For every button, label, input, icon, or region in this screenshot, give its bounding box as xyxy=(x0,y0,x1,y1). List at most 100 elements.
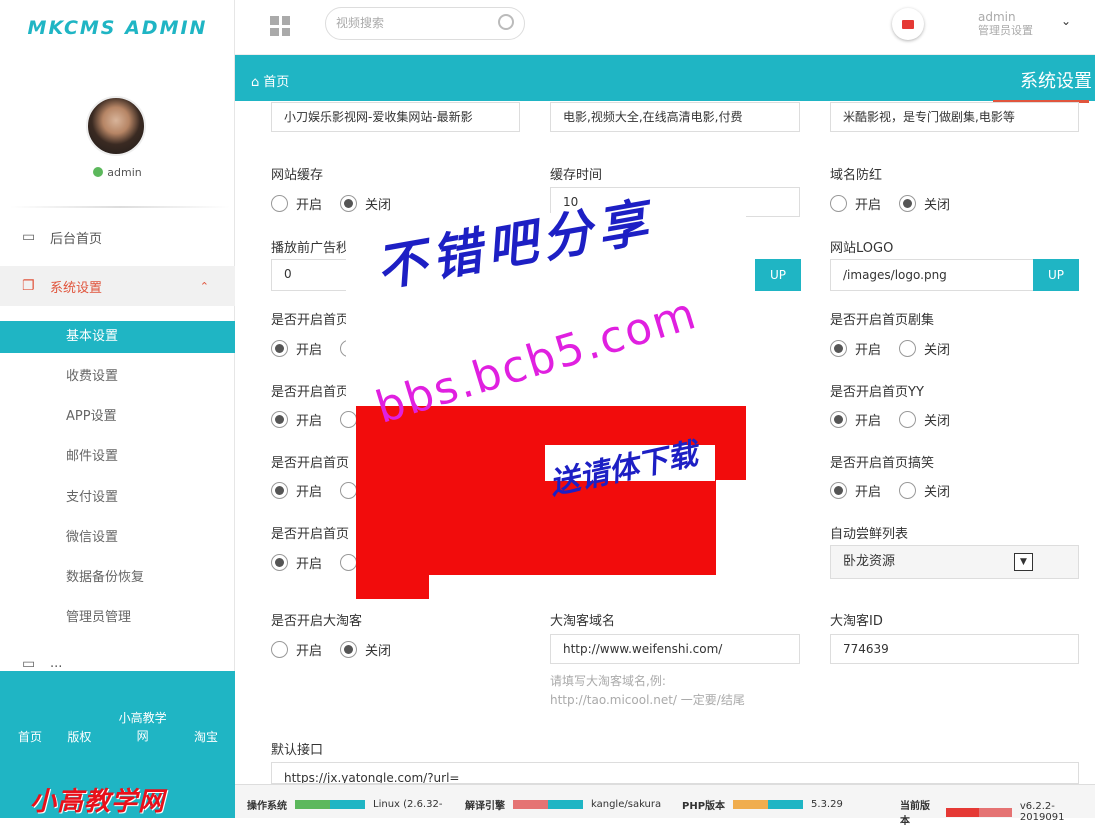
sidebar-item-label: 后台首页 xyxy=(50,231,103,247)
breadcrumb-home[interactable]: ⌂ 首页 xyxy=(251,71,289,90)
footer-link-site[interactable]: 小高教学网 xyxy=(117,707,169,745)
domain-red-on-radio[interactable]: 开启 xyxy=(830,194,881,213)
grid-menu-icon[interactable] xyxy=(270,16,290,36)
taoke-on-radio[interactable]: 开启 xyxy=(271,640,322,659)
username: admin xyxy=(107,166,142,179)
funny-on-radio[interactable]: 开启 xyxy=(830,481,881,500)
cache-on-radio[interactable]: 开启 xyxy=(271,194,322,213)
cache-time-label: 缓存时间 xyxy=(550,168,603,183)
sidebar-sub-wechat[interactable]: 微信设置 xyxy=(0,522,235,554)
sidebar-item-label: 系统设置 xyxy=(50,280,103,296)
status-os: 操作系统 Linux (2.6.32- xyxy=(247,799,443,812)
footer-brand-logo: 小高教学网 xyxy=(30,787,166,817)
taoke-label: 是否开启大淘客 xyxy=(271,614,363,629)
cache-off-radio[interactable]: 关闭 xyxy=(340,194,391,213)
default-api-field[interactable]: https://jx.yatongle.com/?url= xyxy=(271,762,1079,784)
yy-radio-group: 开启 关闭 xyxy=(830,410,968,429)
taoke-id-field[interactable]: 774639 xyxy=(830,634,1079,664)
upload-button[interactable]: UP xyxy=(755,259,801,291)
sidebar-footer: 首页 版权 小高教学网 淘宝 小高教学网 xyxy=(0,671,235,818)
taoke-domain-field[interactable]: http://www.weifenshi.com/ xyxy=(550,634,800,664)
taoke-domain-label: 大淘客域名 xyxy=(550,614,616,629)
site-logo-label: 网站LOGO xyxy=(830,241,894,256)
toggle-on-radio[interactable]: 开启 xyxy=(271,410,322,429)
mail-icon xyxy=(902,19,914,29)
ad-seconds-label: 播放前广告秒 xyxy=(271,241,350,256)
watermark-red-block xyxy=(356,575,429,599)
auto-list-label: 自动尝鲜列表 xyxy=(830,527,909,542)
titlebar: ⌂ 首页 系统设置 xyxy=(235,55,1095,103)
sidebar-item-system-settings[interactable]: ❐ 系统设置 ⌃ xyxy=(0,266,235,306)
online-dot-icon xyxy=(93,167,104,177)
domain-red-radio-group: 开启 关闭 xyxy=(830,194,968,213)
taoke-radio-group: 开启 关闭 xyxy=(271,640,409,659)
default-api-label: 默认接口 xyxy=(271,743,324,758)
taoke-domain-hint: 请填写大淘客域名,例: http://tao.micool.net/ 一定要/结… xyxy=(550,674,745,707)
avatar[interactable] xyxy=(86,96,146,156)
sidebar-sub-admins[interactable]: 管理员管理 xyxy=(0,602,235,634)
user-status: admin xyxy=(0,166,235,179)
domain-red-off-radio[interactable]: 关闭 xyxy=(899,194,950,213)
funny-toggle-label: 是否开启首页搞笑 xyxy=(830,456,935,471)
admin-menu[interactable]: admin 管理员设置 xyxy=(978,10,1033,38)
status-bar: 操作系统 Linux (2.6.32- 解译引擎 kangle/sakura P… xyxy=(235,784,1095,827)
cache-radio-group: 开启 关闭 xyxy=(271,194,409,213)
watermark-red-block xyxy=(356,480,716,575)
sidebar-item-label: ... xyxy=(50,656,63,671)
sidebar-sub-payment[interactable]: 支付设置 xyxy=(0,482,235,514)
logo-upload-button[interactable]: UP xyxy=(1033,259,1079,291)
auto-list-select[interactable]: 卧龙资源 ▼ xyxy=(830,545,1079,579)
chevron-down-icon[interactable]: ▼ xyxy=(1014,553,1033,571)
chevron-up-icon: ⌃ xyxy=(199,279,209,293)
status-engine: 解译引擎 kangle/sakura xyxy=(465,799,662,812)
toggle-label: 是否开启首页 xyxy=(271,313,350,328)
taoke-off-radio[interactable]: 关闭 xyxy=(340,640,391,659)
series-off-radio[interactable]: 关闭 xyxy=(899,339,950,358)
copy-icon: ❐ xyxy=(22,278,35,294)
footer-links: 首页 版权 小高教学网 淘宝 xyxy=(18,707,218,745)
site-keywords-field[interactable]: 电影,视频大全,在线高清电影,付费 xyxy=(550,102,800,132)
site-description-field[interactable]: 米酷影视，是专门做剧集,电影等 xyxy=(830,102,1079,132)
yy-toggle-label: 是否开启首页YY xyxy=(830,385,924,400)
sidebar: MKCMS ADMIN admin ▭ 后台首页 ❐ 系统设置 ⌃ 基本设置 收… xyxy=(0,0,235,818)
footer-link-copyright[interactable]: 版权 xyxy=(67,707,91,745)
series-on-radio[interactable]: 开启 xyxy=(830,339,881,358)
divider xyxy=(10,206,230,208)
home-icon: ⌂ xyxy=(251,75,260,90)
series-radio-group: 开启 关闭 xyxy=(830,339,968,358)
site-title-field[interactable]: 小刀娱乐影视网-爱收集网站-最新影 xyxy=(271,102,520,132)
sidebar-item-more[interactable]: ▭ ... xyxy=(0,656,235,672)
sidebar-sub-mail[interactable]: 邮件设置 xyxy=(0,441,235,473)
laptop-icon: ▭ xyxy=(22,229,36,245)
toggle-on-radio[interactable]: 开启 xyxy=(271,553,322,572)
sidebar-sub-backup[interactable]: 数据备份恢复 xyxy=(0,562,235,594)
toggle-on-radio[interactable]: 开启 xyxy=(271,481,322,500)
footer-link-taobao[interactable]: 淘宝 xyxy=(194,707,218,745)
search-input[interactable]: 视频搜索 xyxy=(325,7,525,40)
status-php: PHP版本 5.3.29 xyxy=(682,799,843,812)
sidebar-item-dashboard[interactable]: ▭ 后台首页 xyxy=(0,218,235,256)
cache-label: 网站缓存 xyxy=(271,168,324,183)
toggle-on-radio[interactable]: 开启 xyxy=(271,339,322,358)
app-logo[interactable]: MKCMS ADMIN xyxy=(0,0,235,55)
admin-role: 管理员设置 xyxy=(978,24,1033,37)
status-bar-meter xyxy=(295,800,365,809)
mail-button[interactable] xyxy=(892,8,924,40)
site-logo-field[interactable]: /images/logo.png xyxy=(830,259,1034,291)
page-title: 系统设置 xyxy=(1020,71,1092,92)
yy-off-radio[interactable]: 关闭 xyxy=(899,410,950,429)
chevron-down-icon[interactable]: ⌄ xyxy=(1061,14,1071,28)
sidebar-sub-billing[interactable]: 收费设置 xyxy=(0,361,235,393)
domain-red-label: 域名防红 xyxy=(830,168,883,183)
admin-name: admin xyxy=(978,10,1016,24)
series-toggle-label: 是否开启首页剧集 xyxy=(830,313,935,328)
search-icon[interactable] xyxy=(498,14,514,30)
taoke-id-label: 大淘客ID xyxy=(830,614,883,629)
yy-on-radio[interactable]: 开启 xyxy=(830,410,881,429)
funny-off-radio[interactable]: 关闭 xyxy=(899,481,950,500)
sidebar-sub-app[interactable]: APP设置 xyxy=(0,401,235,433)
footer-link-home[interactable]: 首页 xyxy=(18,707,42,745)
toggle-label: 是否开启首页 xyxy=(271,385,350,400)
status-bar-meter xyxy=(733,800,804,809)
sidebar-sub-basic[interactable]: 基本设置 xyxy=(0,321,235,353)
